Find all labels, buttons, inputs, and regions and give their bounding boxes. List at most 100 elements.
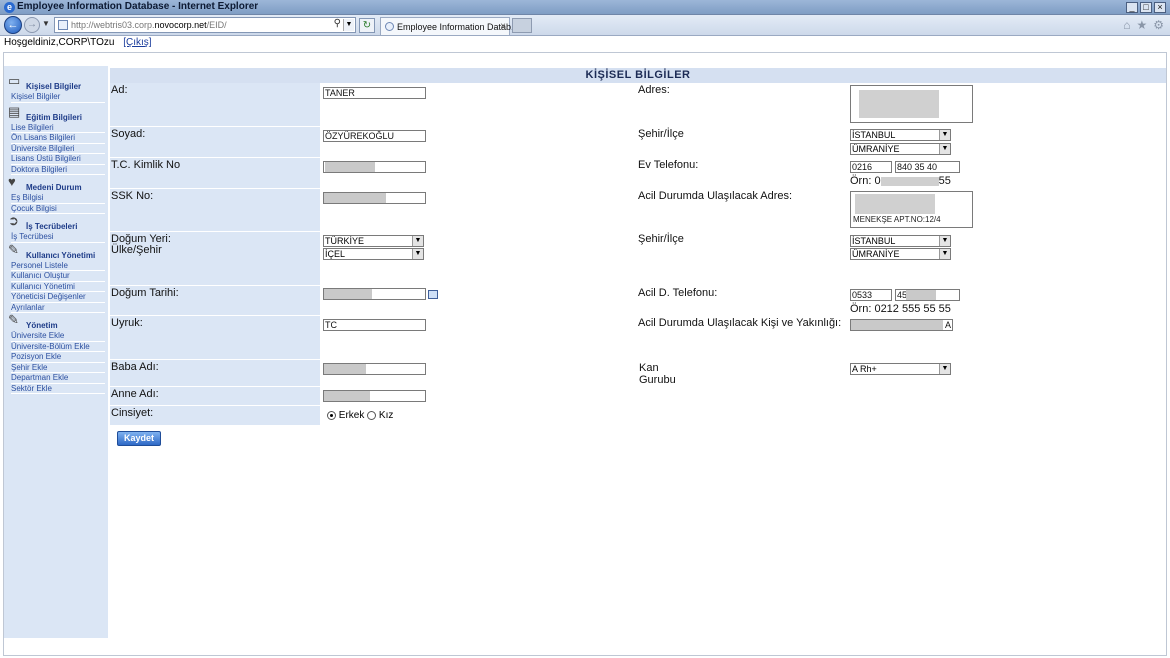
form-header: KİŞİSEL BİLGİLER	[110, 68, 1166, 83]
sidebar-item-personel-listele[interactable]: Personel Listele	[11, 261, 105, 271]
label-anne: Anne Adı:	[111, 388, 159, 400]
sidebar-item-ayrilanlar[interactable]: Ayrılanlar	[11, 303, 105, 313]
sidebar-item-kullanici-yonetimi[interactable]: Kullanıcı Yönetimi	[11, 282, 105, 292]
back-button[interactable]: ←	[4, 16, 22, 34]
sidebar-item-on-lisans[interactable]: Ön Lisans Bilgileri	[11, 133, 105, 144]
acil-kisi-input[interactable]: A	[850, 319, 953, 331]
sidebar-menu: ▭ Kişisel Bilgiler Kişisel Bilgiler ▤ Eğit…	[4, 66, 108, 638]
row-ssk: SSK No: Acil Durumda Ulaşılacak Adres: M…	[110, 189, 1166, 232]
acil-telefon-alan-input[interactable]: 0533	[850, 289, 892, 301]
sidebar-item-lisans-ustu[interactable]: Lisans Üstü Bilgileri	[11, 154, 105, 165]
label-dogum-tarihi: Doğum Tarihi:	[111, 287, 179, 299]
section-egitim: ▤ Eğitim Bilgileri	[8, 103, 83, 122]
acil-ilce-select[interactable]: ÜMRANİYE ▼	[850, 248, 951, 260]
acil-telefon-no-input[interactable]: 45	[895, 289, 960, 301]
maximize-button[interactable]: □	[1140, 2, 1152, 13]
sidebar-item-lise[interactable]: Lise Bilgileri	[11, 123, 105, 133]
ev-telefon-alan-input[interactable]: 0216	[850, 161, 892, 173]
chevron-down-icon: ▼	[939, 130, 950, 140]
chevron-down-icon: ▼	[939, 364, 950, 374]
tab-page-icon	[385, 22, 394, 31]
ev-telefon-no-input[interactable]: 840 35 40	[895, 161, 960, 173]
sidebar-item-cocuk[interactable]: Çocuk Bilgisi	[11, 204, 105, 214]
row-tc: T.C. Kimlik No Ev Telefonu: 0216 840 35 …	[110, 158, 1166, 189]
sidebar-item-es[interactable]: Eş Bilgisi	[11, 193, 105, 204]
label-sehir-ilce-2: Şehir/İlçe	[638, 233, 684, 245]
anne-adi-input[interactable]	[323, 390, 426, 402]
search-icon[interactable]: ⚲	[334, 18, 341, 29]
kiz-radio[interactable]	[367, 410, 377, 420]
sidebar-item-sehir-ekle[interactable]: Şehir Ekle	[11, 363, 105, 373]
sidebar-item-kullanici-olustur[interactable]: Kullanıcı Oluştur	[11, 271, 105, 282]
forward-button[interactable]: →	[24, 17, 40, 33]
row-soyad: Soyad: ÖZYÜREKOĞLU Şehir/İlçe İSTANBUL ▼ …	[110, 127, 1166, 158]
section-kisisel: ▭ Kişisel Bilgiler	[8, 73, 82, 92]
sidebar-item-universite-ekle[interactable]: Üniversite Ekle	[11, 331, 105, 342]
adres-ilce-select[interactable]: ÜMRANİYE ▼	[850, 143, 951, 155]
label-sehir-ilce: Şehir/İlçe	[638, 128, 684, 140]
tools-gear-icon[interactable]: ⚙	[1153, 18, 1164, 32]
wrench-icon: ✎	[8, 312, 19, 327]
sidebar-item-yoneticisi-degisenler[interactable]: Yöneticisi Değişenler	[11, 292, 105, 303]
uyruk-input[interactable]: TC	[323, 319, 426, 331]
logout-link[interactable]: [Çıkış]	[123, 37, 151, 48]
ssk-input[interactable]	[323, 192, 426, 204]
address-bar[interactable]: http://webtris03.corp.novocorp.net/EID/ …	[54, 17, 356, 33]
section-is: ➲ İş Tecrübeleri	[8, 213, 78, 232]
dogum-tarihi-input[interactable]	[323, 288, 426, 300]
sidebar-item-pozisyon-ekle[interactable]: Pozisyon Ekle	[11, 352, 105, 363]
address-dropdown-icon[interactable]: ▼	[343, 19, 354, 31]
document-icon: ▤	[8, 103, 21, 119]
save-button[interactable]: Kaydet	[117, 431, 161, 446]
ad-input[interactable]: TANER	[323, 87, 426, 99]
row-cinsiyet: Cinsiyet: Erkek Kız	[110, 406, 1166, 426]
new-tab-button[interactable]	[512, 18, 532, 33]
label-adres: Adres:	[638, 84, 670, 96]
acil-sehir-select[interactable]: İSTANBUL ▼	[850, 235, 951, 247]
tab-close-icon[interactable]: ×	[500, 21, 506, 32]
refresh-button[interactable]: ↻	[359, 18, 375, 33]
minimize-button[interactable]: _	[1126, 2, 1138, 13]
tools-icon: ✎	[8, 241, 19, 257]
dogum-ulke-select[interactable]: TÜRKİYE ▼	[323, 235, 424, 247]
label-tc: T.C. Kimlik No	[111, 159, 181, 171]
sidebar-item-departman-ekle[interactable]: Departman Ekle	[11, 373, 105, 384]
browser-toolbar: ← → ▼ http://webtris03.corp.novocorp.net…	[0, 15, 1170, 36]
sidebar-item-sektor-ekle[interactable]: Sektör Ekle	[11, 384, 105, 394]
id-card-icon: ▭	[8, 73, 21, 88]
calendar-icon[interactable]	[428, 290, 438, 299]
kan-grubu-select[interactable]: A Rh+ ▼	[850, 363, 951, 375]
sidebar-item-universite-bolum-ekle[interactable]: Üniversite-Bölüm Ekle	[11, 342, 105, 352]
chevron-down-icon: ▼	[412, 236, 423, 246]
home-icon[interactable]: ⌂	[1123, 18, 1130, 32]
baba-adi-input[interactable]	[323, 363, 426, 375]
window-title-bar: e Employee Information Database - Intern…	[0, 0, 1170, 15]
row-anne: Anne Adı:	[110, 387, 1166, 406]
erkek-radio[interactable]	[327, 410, 336, 420]
section-medeni: ♥ Medeni Durum	[8, 174, 82, 193]
address-url[interactable]: http://webtris03.corp.novocorp.net/EID/	[71, 20, 227, 30]
arrow-circle-icon: ➲	[8, 213, 19, 228]
browser-tab[interactable]: Employee Information Datab... ×	[380, 17, 519, 35]
sidebar-item-universite[interactable]: Üniversite Bilgileri	[11, 144, 105, 154]
label-acil-adres: Acil Durumda Ulaşılacak Adres:	[638, 190, 793, 202]
favorites-star-icon[interactable]: ★	[1136, 18, 1147, 32]
close-button[interactable]: ×	[1154, 2, 1166, 13]
sidebar-item-is-tecrubesi[interactable]: İş Tecrübesi	[11, 232, 105, 243]
dogum-sehir-select[interactable]: İÇEL ▼	[323, 248, 424, 260]
label-acil-kisi: Acil Durumda Ulaşılacak Kişi ve Yakınlığ…	[638, 317, 842, 329]
page-icon	[58, 20, 68, 30]
sidebar-item-kisisel-bilgiler[interactable]: Kişisel Bilgiler	[11, 92, 105, 103]
history-dropdown-icon[interactable]: ▼	[42, 19, 50, 28]
label-gurubu: Gurubu	[639, 374, 676, 386]
tc-input[interactable]	[323, 161, 426, 173]
gender-radio-group: Erkek Kız	[327, 410, 393, 421]
window-controls: _ □ ×	[1126, 2, 1166, 13]
soyad-input[interactable]: ÖZYÜREKOĞLU	[323, 130, 426, 142]
sidebar-item-doktora[interactable]: Doktora Bilgileri	[11, 165, 105, 175]
acil-adres-textarea[interactable]: MENEKŞE APT.NO:12/4	[850, 191, 973, 228]
erkek-label: Erkek	[338, 410, 365, 421]
adres-sehir-select[interactable]: İSTANBUL ▼	[850, 129, 951, 141]
adres-textarea[interactable]	[850, 85, 973, 123]
label-uyruk: Uyruk:	[111, 317, 143, 329]
